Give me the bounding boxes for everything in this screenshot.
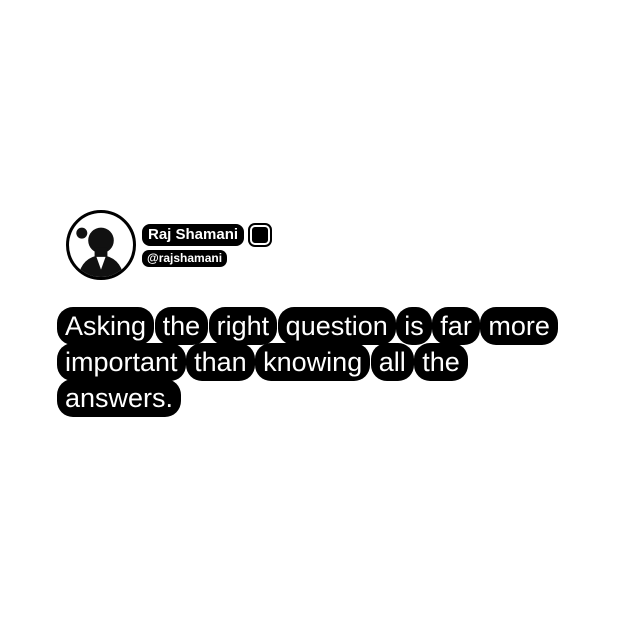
author-handle[interactable]: @rajshamani bbox=[142, 250, 228, 267]
quote-word: important bbox=[59, 345, 184, 379]
author-row: Raj Shamani bbox=[142, 224, 271, 246]
quote-word: answers. bbox=[59, 381, 180, 415]
quote-word: knowing bbox=[257, 345, 369, 379]
quote-word: right bbox=[210, 309, 276, 343]
quote-word: question bbox=[279, 309, 394, 343]
quote-word: the bbox=[416, 345, 466, 379]
quote-word: far bbox=[434, 309, 478, 343]
author-name[interactable]: Raj Shamani bbox=[142, 224, 245, 246]
quote-word: all bbox=[372, 345, 412, 379]
quote-word: is bbox=[398, 309, 430, 343]
profile-photo-icon bbox=[69, 213, 133, 277]
quote-word: Asking bbox=[59, 309, 153, 343]
quote-word: the bbox=[156, 309, 207, 343]
quote-word: more bbox=[482, 309, 556, 343]
verified-badge-icon bbox=[250, 225, 271, 245]
quote-word: than bbox=[188, 345, 253, 379]
avatar[interactable] bbox=[66, 210, 136, 280]
post-text: Asking the right question is far more im… bbox=[59, 308, 562, 416]
